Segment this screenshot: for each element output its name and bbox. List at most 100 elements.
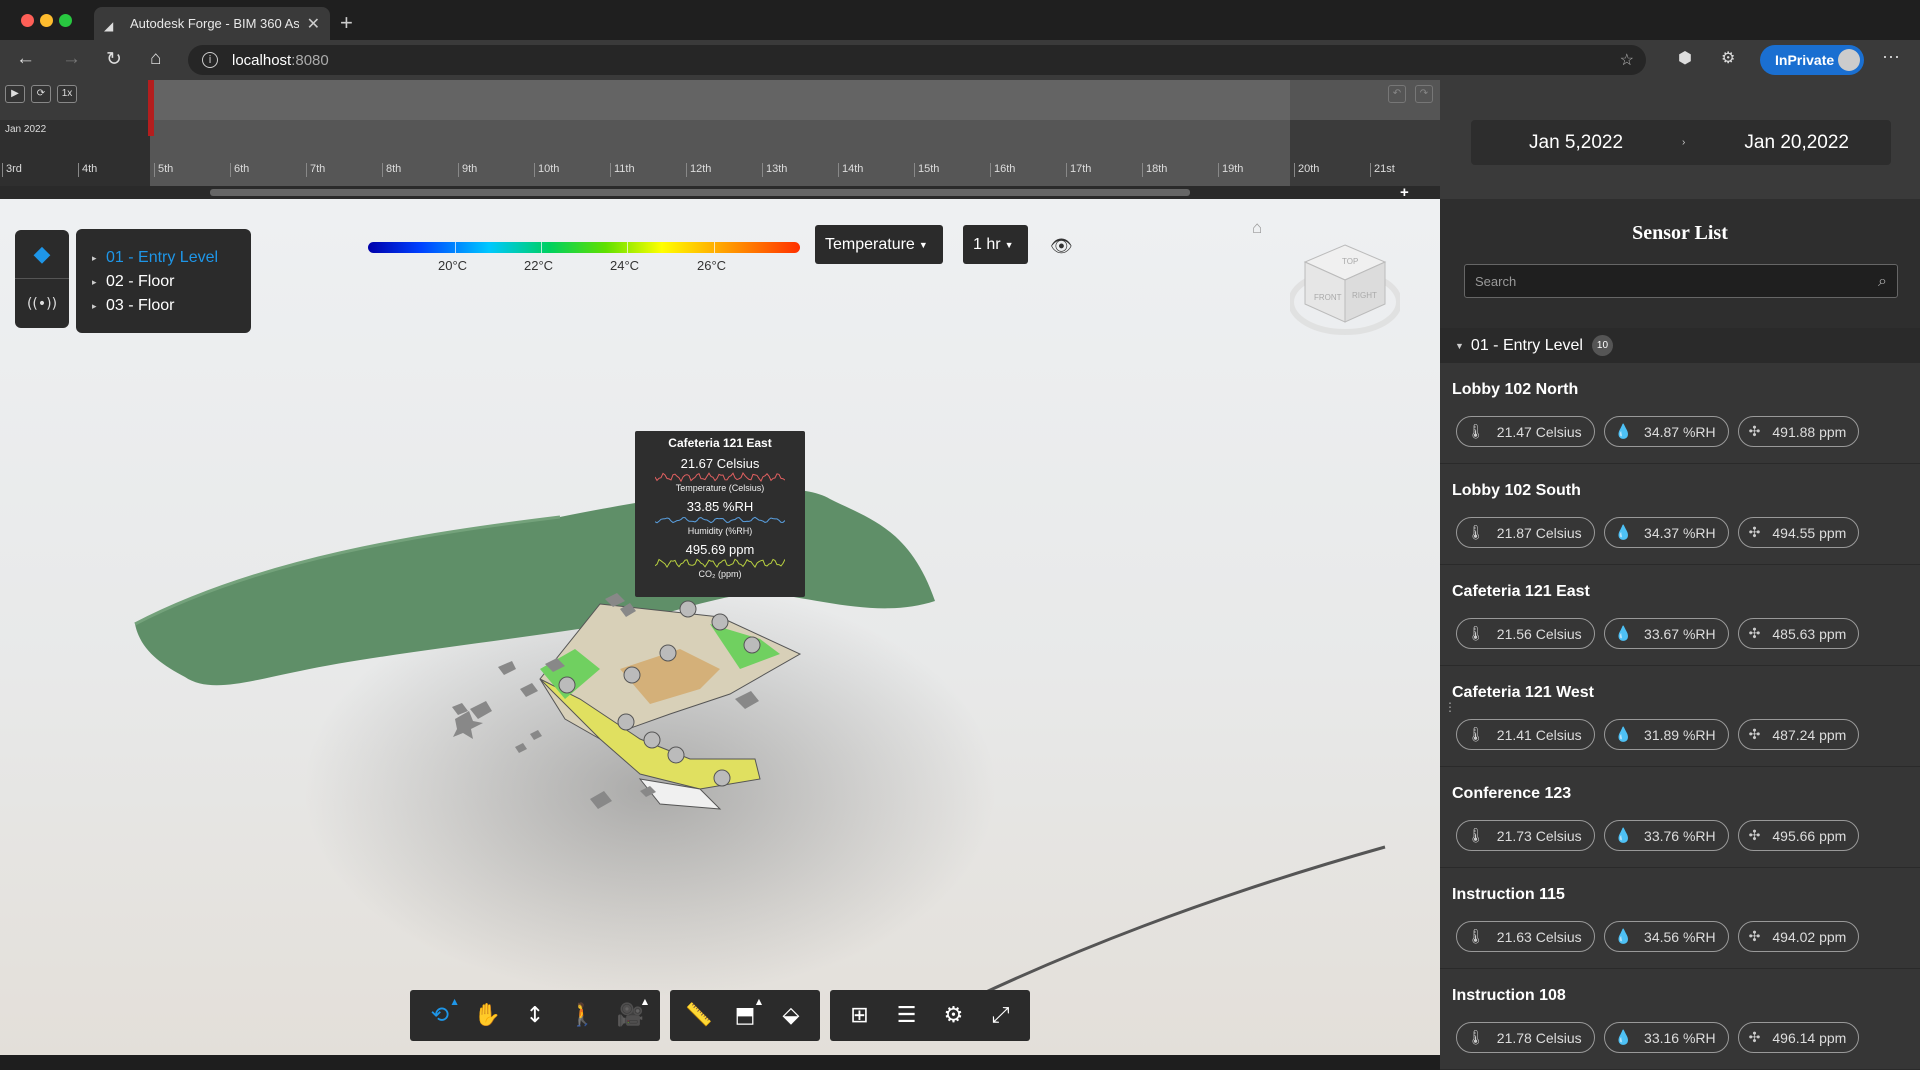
panel-resize-handle[interactable]: ⋮: [1444, 700, 1456, 714]
level-item-03[interactable]: ▸ 03 - Floor: [92, 294, 251, 318]
sensor-card[interactable]: Lobby 102 North 🌡 21.47 Celsius 💧 34.87 %RH ✣…: [1440, 363, 1920, 464]
browser-tab[interactable]: ◢ Autodesk Forge - BIM 360 Ass ✕: [94, 7, 330, 40]
inprivate-badge[interactable]: InPrivate: [1760, 45, 1864, 75]
sensor-dot[interactable]: [617, 713, 635, 731]
temperature-pill[interactable]: 🌡 21.73 Celsius: [1456, 820, 1595, 851]
search-icon[interactable]: ⌕: [1878, 271, 1887, 291]
sensor-card[interactable]: Cafeteria 121 East 🌡 21.56 Celsius 💧 33.67 %…: [1440, 565, 1920, 666]
undo-icon[interactable]: ↶: [1388, 85, 1406, 103]
timeline-tick-label: 13th: [762, 163, 787, 177]
model-browser-icon[interactable]: ⊞: [836, 993, 883, 1038]
scale-tick: [541, 242, 542, 253]
sensor-dot[interactable]: [558, 676, 576, 694]
redo-icon[interactable]: ↷: [1415, 85, 1433, 103]
browser-menu-icon[interactable]: ···: [1882, 46, 1900, 67]
cube-top-label[interactable]: TOP: [1342, 257, 1358, 266]
humidity-pill[interactable]: 💧 31.89 %RH: [1603, 719, 1729, 750]
timeline-selection[interactable]: [150, 80, 1290, 199]
fullscreen-icon[interactable]: ⤢: [977, 993, 1024, 1038]
reload-icon[interactable]: ↻: [106, 48, 122, 71]
humidity-pill[interactable]: 💧 33.16 %RH: [1603, 1022, 1729, 1053]
co2-pill[interactable]: ✣ 495.66 ppm: [1737, 820, 1860, 851]
new-tab-button[interactable]: +: [340, 10, 353, 36]
humidity-pill[interactable]: 💧 34.87 %RH: [1603, 416, 1729, 447]
play-button[interactable]: ▶: [5, 85, 25, 103]
layers-icon[interactable]: ◆: [15, 230, 69, 279]
sensor-dot[interactable]: [623, 666, 641, 684]
forward-arrow-icon[interactable]: →: [62, 48, 81, 70]
profile-avatar[interactable]: [1838, 49, 1860, 71]
sensor-search-input[interactable]: Search ⌕: [1464, 264, 1898, 298]
sensor-dot[interactable]: [659, 644, 677, 662]
temperature-pill[interactable]: 🌡 21.78 Celsius: [1456, 1022, 1595, 1053]
fan-icon: ✣: [1748, 625, 1761, 642]
timeline-current-marker[interactable]: [148, 80, 154, 136]
view-cube[interactable]: TOP FRONT RIGHT: [1290, 240, 1400, 340]
close-window-button[interactable]: [21, 14, 34, 27]
site-info-icon[interactable]: i: [202, 52, 218, 68]
co2-pill[interactable]: ✣ 487.24 ppm: [1737, 719, 1860, 750]
first-person-icon[interactable]: 🚶: [559, 993, 607, 1038]
eye-icon[interactable]: 👁: [1050, 236, 1073, 257]
minimize-window-button[interactable]: [40, 14, 53, 27]
extensions-puzzle-icon[interactable]: ⚙: [1721, 48, 1735, 68]
co2-pill[interactable]: ✣ 494.02 ppm: [1737, 921, 1860, 952]
co2-pill[interactable]: ✣ 485.63 ppm: [1737, 618, 1860, 649]
level-item-01[interactable]: ▸ 01 - Entry Level: [92, 246, 251, 270]
loop-icon[interactable]: ⟳: [31, 85, 51, 103]
close-tab-icon[interactable]: ✕: [307, 14, 320, 34]
humidity-pill[interactable]: 💧 33.67 %RH: [1603, 618, 1729, 649]
favorite-star-icon[interactable]: ☆: [1620, 50, 1634, 70]
url-bar[interactable]: i localhost :8080 ☆: [188, 45, 1646, 75]
home-view-icon[interactable]: ⌂: [1252, 218, 1262, 238]
orbit-icon[interactable]: ⟲ ▲: [416, 993, 464, 1038]
sensors-broadcast-icon[interactable]: ((•)): [15, 280, 69, 328]
cube-right-label[interactable]: RIGHT: [1352, 291, 1377, 300]
sensor-dot[interactable]: [713, 769, 731, 787]
sensor-dot[interactable]: [743, 636, 761, 654]
zoom-icon[interactable]: ↕: [511, 993, 559, 1038]
sensor-card[interactable]: Instruction 115 🌡 21.63 Celsius 💧 34.56 %RH ✣…: [1440, 868, 1920, 969]
back-arrow-icon[interactable]: ←: [16, 48, 35, 70]
property-dropdown[interactable]: Temperature ▼: [815, 225, 943, 264]
extension-icon[interactable]: ⬢: [1678, 48, 1692, 68]
date-range-picker[interactable]: Jan 5,2022 › Jan 20,2022: [1471, 120, 1891, 165]
sensor-card[interactable]: Lobby 102 South 🌡 21.87 Celsius 💧 34.37 %RH ✣…: [1440, 464, 1920, 565]
humidity-pill[interactable]: 💧 34.56 %RH: [1603, 921, 1729, 952]
humidity-pill[interactable]: 💧 34.37 %RH: [1603, 517, 1729, 548]
sensor-dot[interactable]: [679, 600, 697, 618]
level-item-02[interactable]: ▸ 02 - Floor: [92, 270, 251, 294]
co2-pill[interactable]: ✣ 494.55 ppm: [1737, 517, 1860, 548]
measure-icon[interactable]: 📏: [676, 993, 722, 1038]
sensor-dot[interactable]: [667, 746, 685, 764]
cube-front-label[interactable]: FRONT: [1314, 293, 1342, 302]
home-icon[interactable]: ⌂: [150, 48, 161, 70]
temperature-pill[interactable]: 🌡 21.47 Celsius: [1456, 416, 1595, 447]
level-group-header[interactable]: ▼ 01 - Entry Level 10: [1440, 328, 1920, 363]
co2-pill[interactable]: ✣ 496.14 ppm: [1737, 1022, 1860, 1053]
sensor-dot[interactable]: [711, 613, 729, 631]
end-date[interactable]: Jan 20,2022: [1744, 132, 1849, 154]
camera-icon[interactable]: 🎥 ▲: [606, 993, 654, 1038]
sensor-card[interactable]: Conference 123 🌡 21.73 Celsius 💧 33.76 %RH ✣ 4…: [1440, 767, 1920, 868]
speed-button[interactable]: 1x: [57, 85, 77, 103]
co2-pill[interactable]: ✣ 491.88 ppm: [1737, 416, 1860, 447]
start-date[interactable]: Jan 5,2022: [1529, 132, 1623, 154]
pan-icon[interactable]: ✋: [464, 993, 512, 1038]
temperature-pill[interactable]: 🌡 21.63 Celsius: [1456, 921, 1595, 952]
section-icon[interactable]: ⬒ ▲: [722, 993, 768, 1038]
properties-icon[interactable]: ☰: [883, 993, 930, 1038]
resolution-dropdown[interactable]: 1 hr ▼: [963, 225, 1028, 264]
temperature-pill[interactable]: 🌡 21.56 Celsius: [1456, 618, 1595, 649]
timeline-scroll-thumb[interactable]: [210, 189, 1190, 196]
humidity-value: 33.67 %RH: [1644, 625, 1716, 642]
maximize-window-button[interactable]: [59, 14, 72, 27]
sensor-dot[interactable]: [643, 731, 661, 749]
humidity-pill[interactable]: 💧 33.76 %RH: [1603, 820, 1729, 851]
temperature-pill[interactable]: 🌡 21.87 Celsius: [1456, 517, 1595, 548]
settings-icon[interactable]: ⚙: [930, 993, 977, 1038]
navigation-toolbar-group: ⟲ ▲ ✋ ↕ 🚶 🎥 ▲: [410, 990, 660, 1041]
explode-icon[interactable]: ⬙: [768, 993, 814, 1038]
sensor-card[interactable]: Cafeteria 121 West 🌡 21.41 Celsius 💧 31.89 %…: [1440, 666, 1920, 767]
temperature-pill[interactable]: 🌡 21.41 Celsius: [1456, 719, 1595, 750]
